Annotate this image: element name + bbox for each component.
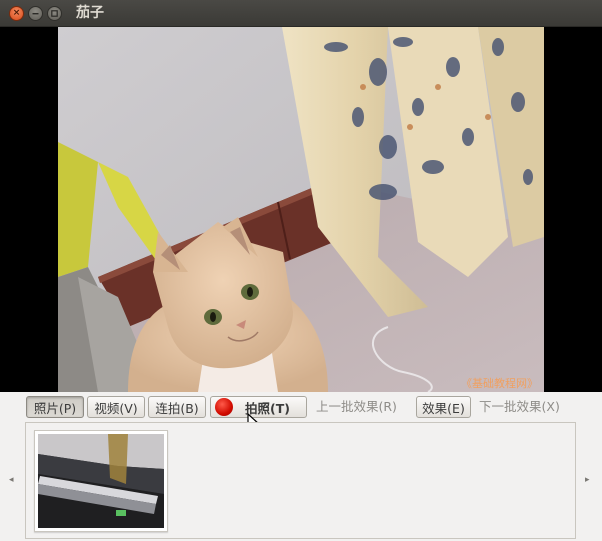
close-icon[interactable]: × (9, 6, 24, 21)
window-title: 茄子 (76, 5, 104, 21)
window-titlebar: × 茄子 (0, 0, 602, 27)
close-glyph: × (12, 8, 21, 18)
toolbar: 照片(P) 视频(V) 连拍(B) 拍照(T) 上一批效果(R) 效果(E) 下… (0, 392, 602, 422)
scroll-left-icon[interactable]: ◂ (9, 474, 14, 486)
burst-mode-toggle[interactable]: 连拍(B) (148, 396, 206, 418)
photo-mode-toggle[interactable]: 照片(P) (26, 396, 84, 418)
record-icon (215, 398, 233, 416)
effects-toggle[interactable]: 效果(E) (416, 396, 471, 418)
watermark-text: 《基础教程网》 (461, 377, 538, 390)
photo-thumbnail-image (38, 434, 164, 528)
video-mode-label: 视频(V) (94, 400, 138, 416)
photo-thumbnail[interactable] (34, 430, 168, 532)
photo-mode-label: 照片(P) (33, 400, 77, 416)
burst-mode-label: 连拍(B) (155, 400, 199, 416)
camera-viewport: 《基础教程网》 (0, 27, 602, 392)
camera-preview-image: 《基础教程网》 (58, 27, 544, 392)
scroll-right-icon[interactable]: ▸ (585, 474, 590, 486)
effects-label: 效果(E) (422, 400, 465, 416)
maximize-icon[interactable] (47, 6, 62, 21)
minimize-icon[interactable] (28, 6, 43, 21)
prev-effects-button[interactable]: 上一批效果(R) (316, 396, 397, 418)
next-effects-button[interactable]: 下一批效果(X) (479, 396, 560, 418)
video-mode-toggle[interactable]: 视频(V) (87, 396, 145, 418)
